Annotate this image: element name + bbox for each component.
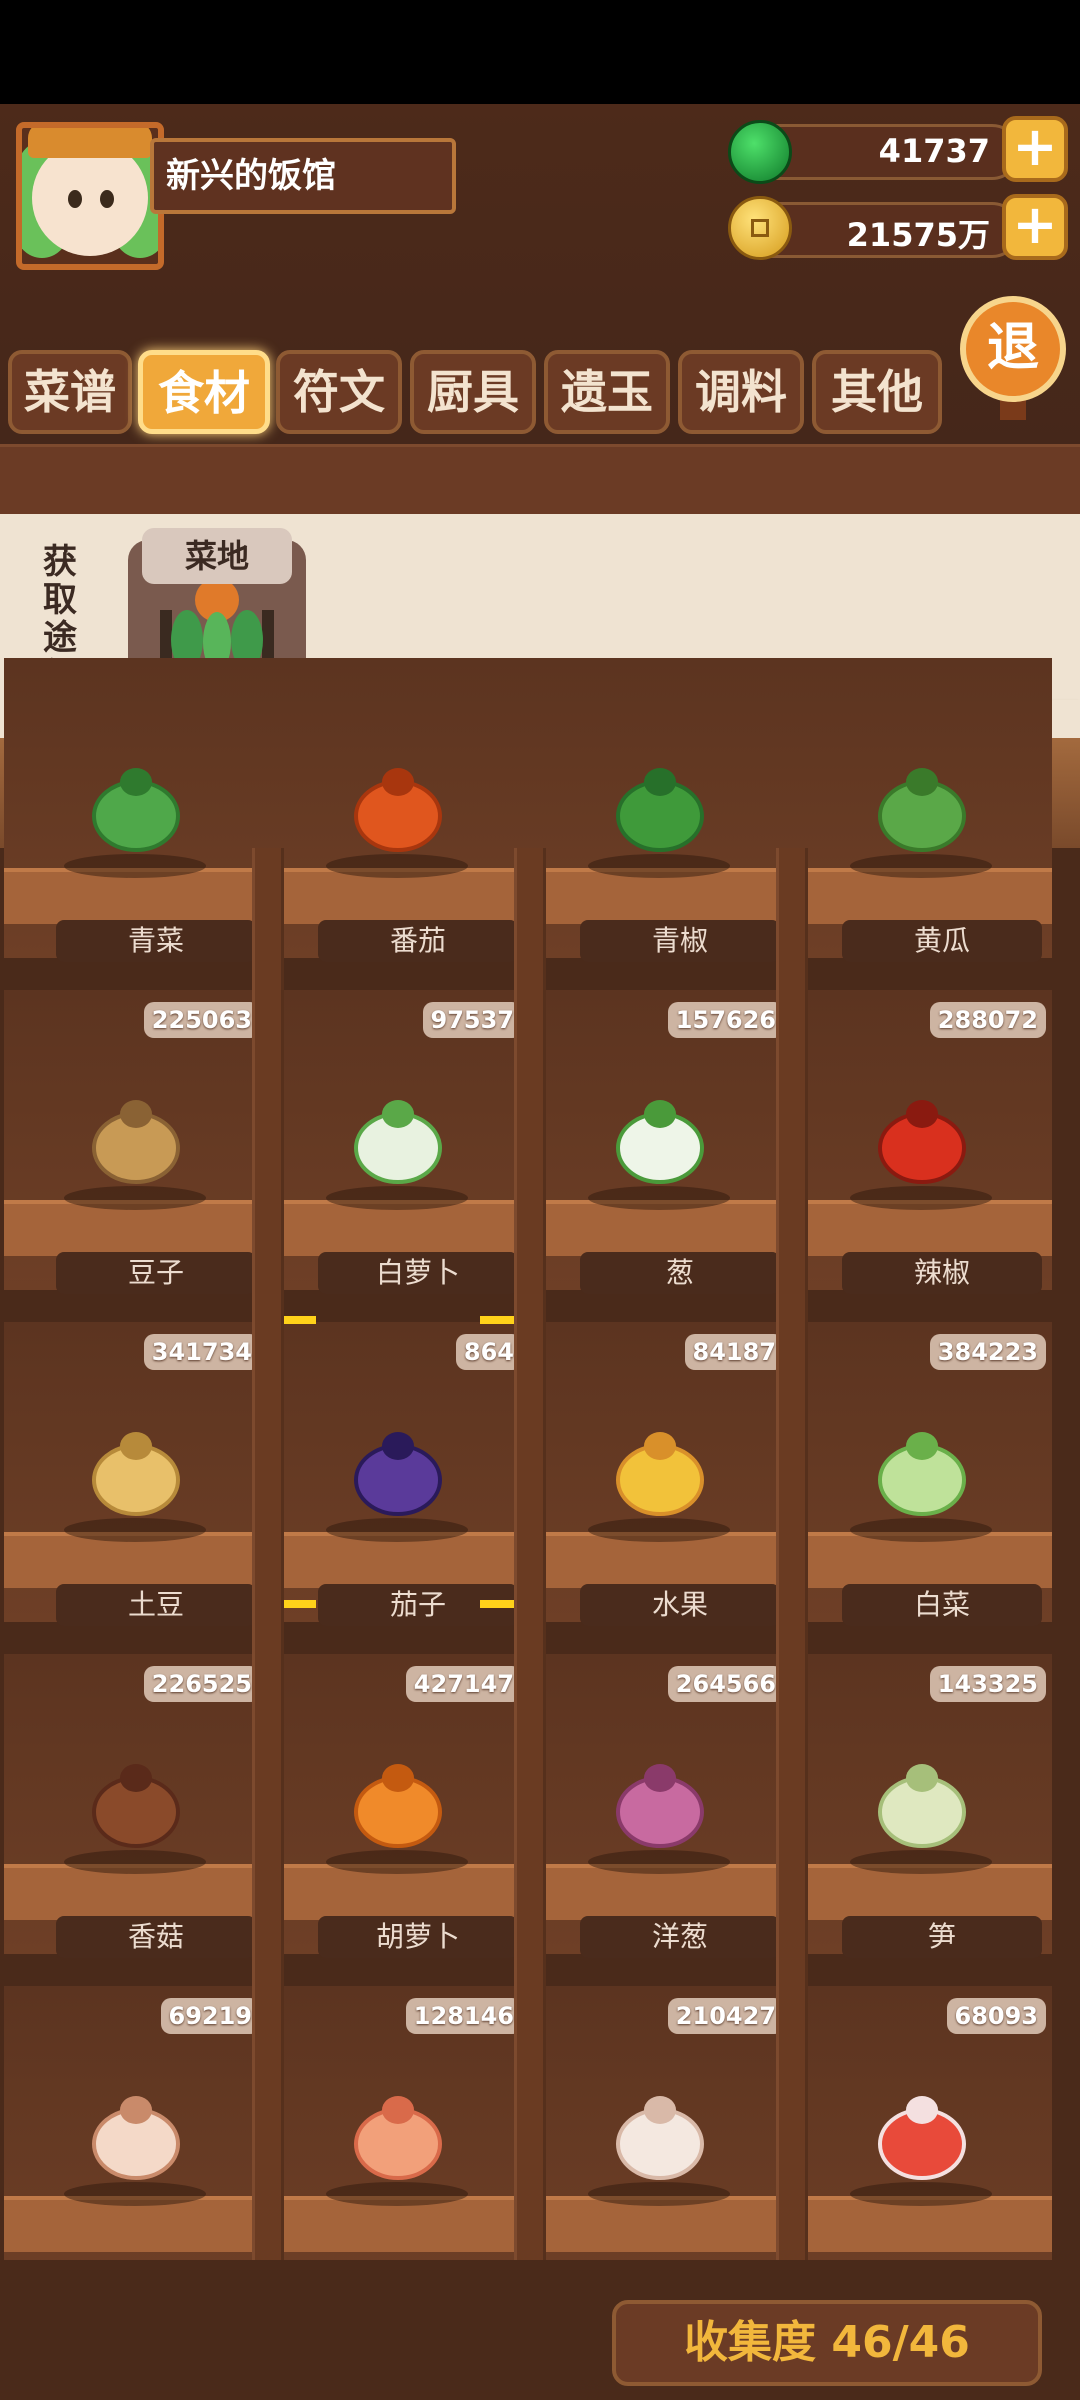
ingredient-label: 青椒 <box>580 920 780 962</box>
avatar-hat <box>28 128 152 158</box>
coin-amount: 21575万 <box>846 216 990 254</box>
ingredient-icon <box>878 1100 966 1184</box>
ingredient-label: 笋 <box>842 1916 1042 1958</box>
shelf-post <box>776 848 808 2260</box>
ingredient-cell[interactable]: 226525 香菇 <box>4 1654 266 1986</box>
ingredient-icon <box>878 2096 966 2180</box>
ingredient-count: 288072 <box>929 1002 1046 1038</box>
ingredient-label: 辣椒 <box>842 1252 1042 1294</box>
status-bar <box>0 0 1080 104</box>
avatar-eye <box>100 190 114 208</box>
ingredient-label: 葱 <box>580 1252 780 1294</box>
ingredient-icon <box>878 768 966 852</box>
ingredient-count: 128146 <box>405 1998 522 2034</box>
ingredient-count: 384223 <box>929 1334 1046 1370</box>
ingredient-count: 69219 <box>160 1998 260 2034</box>
collection-progress: 收集度 46/46 <box>612 2300 1042 2386</box>
divider-band <box>0 444 1080 520</box>
ingredient-cell[interactable]: 264566 洋葱 <box>528 1654 790 1986</box>
tab-runes[interactable]: 符文 <box>276 350 402 434</box>
ingredient-icon <box>616 768 704 852</box>
ingredient-count: 143325 <box>929 1666 1046 1702</box>
ingredient-label: 土豆 <box>56 1584 256 1626</box>
ingredient-count: 68093 <box>946 1998 1046 2034</box>
shelf-post <box>514 848 546 2260</box>
ingredient-count: 225063 <box>143 1002 260 1038</box>
ingredient-label: 水果 <box>580 1584 780 1626</box>
ingredient-icon <box>878 1764 966 1848</box>
ingredient-icon <box>92 1764 180 1848</box>
ingredient-label: 青菜 <box>56 920 256 962</box>
ingredient-label: 黄瓜 <box>842 920 1042 962</box>
tab-other[interactable]: 其他 <box>812 350 942 434</box>
ingredient-icon <box>616 1764 704 1848</box>
tab-relic-jade[interactable]: 遗玉 <box>544 350 670 434</box>
ingredient-cell[interactable]: 黄瓜 <box>790 658 1052 990</box>
ingredient-cell[interactable]: 427147 胡萝卜 <box>266 1654 528 1986</box>
avatar-eye <box>68 190 82 208</box>
ingredient-count: 97537 <box>422 1002 522 1038</box>
ingredient-cell[interactable]: 青椒 <box>528 658 790 990</box>
ingredient-icon <box>616 1100 704 1184</box>
ingredient-icon <box>92 2096 180 2180</box>
ingredient-label: 洋葱 <box>580 1916 780 1958</box>
avatar[interactable] <box>16 122 164 270</box>
add-jade-button[interactable]: + <box>1002 116 1068 182</box>
ingredient-cell[interactable]: 84187 水果 <box>528 1322 790 1654</box>
ingredient-icon <box>354 768 442 852</box>
ingredient-count: 264566 <box>667 1666 784 1702</box>
ingredient-count: 226525 <box>143 1666 260 1702</box>
ingredient-cell[interactable]: 青菜 <box>4 658 266 990</box>
ingredient-icon <box>354 1432 442 1516</box>
exit-button[interactable]: 退 <box>960 296 1066 402</box>
ingredient-cell[interactable]: 864 茄子 <box>260 1316 536 1654</box>
ingredient-label: 香菇 <box>56 1916 256 1958</box>
ingredient-cell[interactable]: 番茄 <box>266 658 528 990</box>
ingredient-cell[interactable]: 143325 笋 <box>790 1654 1052 1986</box>
ingredient-label: 豆子 <box>56 1252 256 1294</box>
ingredient-grid: 青菜 番茄 青椒 黄瓜 225063 豆子 97537 白萝卜 157626 葱 288072 辣椒 3… <box>0 658 1080 2286</box>
restaurant-name: 新兴的饭馆 <box>166 156 336 196</box>
ingredient-cell[interactable]: 384223 白菜 <box>790 1322 1052 1654</box>
jade-amount: 41737 <box>878 132 990 170</box>
ingredient-icon <box>616 2096 704 2180</box>
tab-kitchenware[interactable]: 厨具 <box>410 350 536 434</box>
ingredient-count: 210427 <box>667 1998 784 2034</box>
ingredient-cell[interactable]: 157626 葱 <box>528 990 790 1322</box>
ingredient-icon <box>92 1100 180 1184</box>
ingredient-count: 157626 <box>667 1002 784 1038</box>
add-coins-button[interactable]: + <box>1002 194 1068 260</box>
ingredient-label: 白菜 <box>842 1584 1042 1626</box>
ingredient-count: 427147 <box>405 1666 522 1702</box>
ingredient-label: 胡萝卜 <box>318 1916 518 1958</box>
ingredient-icon <box>92 768 180 852</box>
ingredient-icon <box>354 1100 442 1184</box>
tab-recipes[interactable]: 菜谱 <box>8 350 132 434</box>
ingredient-icon <box>354 2096 442 2180</box>
ingredient-cell[interactable]: 341734 土豆 <box>4 1322 266 1654</box>
source-tile-title: 菜地 <box>142 528 292 584</box>
tab-seasoning[interactable]: 调料 <box>678 350 804 434</box>
ingredient-icon <box>878 1432 966 1516</box>
shelf-post <box>252 848 284 2260</box>
ingredient-label: 白萝卜 <box>318 1252 518 1294</box>
ingredient-icon <box>92 1432 180 1516</box>
ingredient-icon <box>616 1432 704 1516</box>
ingredient-label: 番茄 <box>318 920 518 962</box>
tab-ingredients[interactable]: 食材 <box>138 350 270 434</box>
ingredient-count: 341734 <box>143 1334 260 1370</box>
ingredient-cell[interactable]: 225063 豆子 <box>4 990 266 1322</box>
ingredient-count: 84187 <box>684 1334 784 1370</box>
ingredient-cell[interactable]: 97537 白萝卜 <box>266 990 528 1322</box>
ingredient-cell[interactable]: 288072 辣椒 <box>790 990 1052 1322</box>
ingredient-icon <box>354 1764 442 1848</box>
